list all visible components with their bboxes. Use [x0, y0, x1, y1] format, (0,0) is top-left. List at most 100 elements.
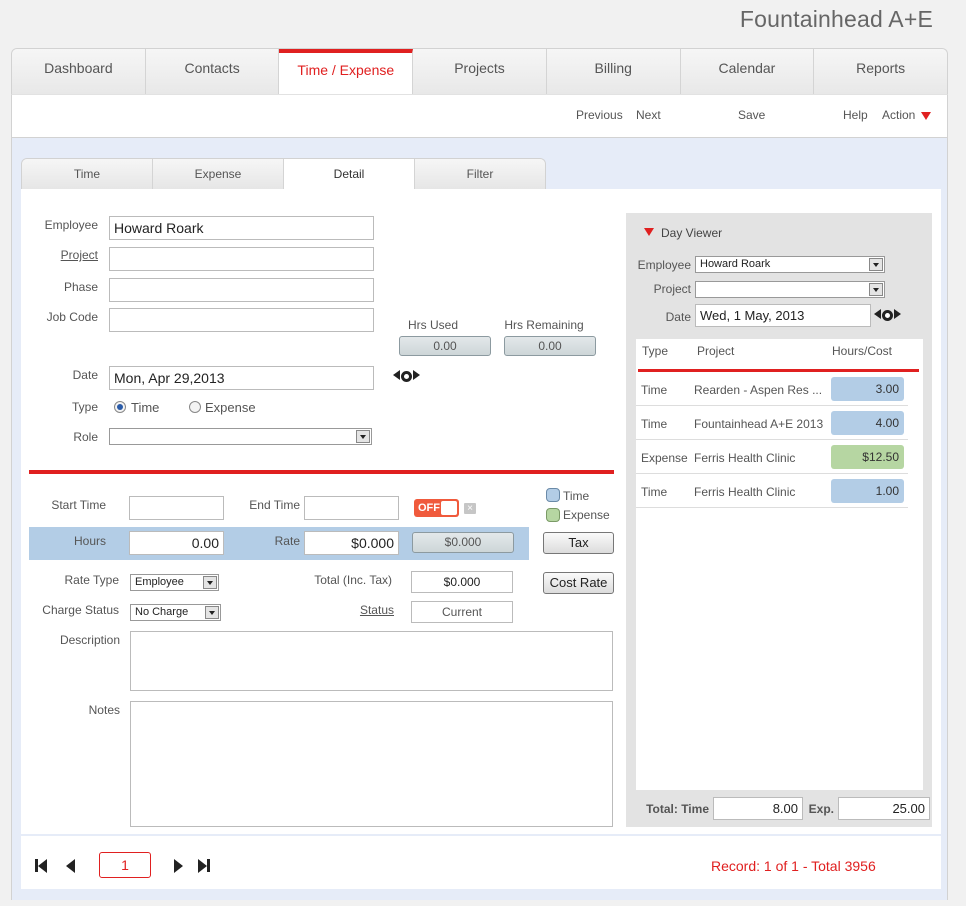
dv-date-nav: [874, 308, 901, 322]
first-record-button[interactable]: [35, 857, 47, 873]
dv-row-project: Ferris Health Clinic: [694, 451, 796, 465]
toolbar: Previous Next Save Help Action: [11, 94, 948, 138]
dv-row-project: Rearden - Aspen Res ...: [694, 383, 823, 397]
tab-dashboard[interactable]: Dashboard: [12, 49, 146, 94]
dv-row[interactable]: Time Rearden - Aspen Res ... 3.00: [636, 372, 908, 406]
tab-billing[interactable]: Billing: [546, 49, 681, 94]
date-field[interactable]: Mon, Apr 29,2013: [109, 366, 374, 390]
prev-day-icon[interactable]: [393, 370, 400, 380]
end-time-field[interactable]: [304, 496, 399, 520]
dv-employee-label: Employee: [637, 258, 691, 272]
description-textarea[interactable]: [130, 631, 613, 691]
hrs-used-label: Hrs Used: [407, 318, 458, 332]
day-viewer-title: Day Viewer: [661, 226, 723, 240]
tab-calendar[interactable]: Calendar: [680, 49, 815, 94]
save-button[interactable]: Save: [738, 108, 765, 122]
hrs-used-value: 0.00: [399, 336, 491, 356]
next-day-icon[interactable]: [413, 370, 420, 380]
last-bar-icon: [207, 859, 210, 873]
chevron-down-icon: [205, 606, 219, 619]
dv-row-value: $12.50: [831, 445, 904, 469]
timer-toggle[interactable]: OFF: [414, 499, 459, 517]
role-select[interactable]: [109, 428, 372, 445]
employee-field[interactable]: Howard Roark: [109, 216, 374, 240]
chevron-down-icon: [203, 576, 217, 589]
next-record-button[interactable]: [174, 857, 183, 873]
time-legend-swatch: [546, 488, 560, 502]
dv-employee-select[interactable]: Howard Roark: [695, 256, 885, 273]
page-number-input[interactable]: 1: [99, 852, 151, 878]
job-code-field[interactable]: [109, 308, 374, 332]
start-time-field[interactable]: [129, 496, 224, 520]
rate-type-value: Employee: [135, 576, 184, 588]
tab-projects[interactable]: Projects: [413, 49, 547, 94]
rate-type-select[interactable]: Employee: [130, 574, 219, 591]
next-day-icon[interactable]: [894, 309, 901, 319]
dv-exp-label: Exp.: [808, 802, 834, 816]
dv-total-time-label: Total: Time: [646, 802, 709, 816]
dv-row-project: Fountainhead A+E 2013: [694, 417, 824, 431]
next-button[interactable]: Next: [636, 108, 661, 122]
previous-button[interactable]: Previous: [576, 108, 623, 122]
dv-employee-value: Howard Roark: [700, 258, 771, 270]
dv-row-value: 4.00: [831, 411, 904, 435]
tab-time-expense[interactable]: Time / Expense: [279, 49, 414, 94]
hrs-remaining-value: 0.00: [504, 336, 596, 356]
charge-status-select[interactable]: No Charge: [130, 604, 221, 621]
today-icon[interactable]: [401, 371, 412, 383]
subtab-filter[interactable]: Filter: [415, 159, 545, 189]
dv-row[interactable]: Time Fountainhead A+E 2013 4.00: [636, 406, 908, 440]
prev-record-button[interactable]: [66, 857, 75, 873]
section-divider: [29, 470, 614, 474]
hours-field[interactable]: 0.00: [129, 531, 224, 555]
project-link[interactable]: Project: [30, 248, 98, 262]
employee-label: Employee: [44, 218, 98, 232]
rate-field[interactable]: $0.000: [304, 531, 399, 555]
status-field: Current: [411, 601, 513, 623]
cost-rate-button[interactable]: Cost Rate: [543, 572, 614, 594]
charge-status-value: No Charge: [135, 606, 189, 618]
dv-project-select[interactable]: [695, 281, 885, 298]
tax-button[interactable]: Tax: [543, 532, 614, 554]
action-menu-button[interactable]: Action: [882, 108, 932, 122]
type-label: Type: [71, 400, 98, 414]
first-record-icon: [38, 858, 47, 873]
toggle-knob: [441, 501, 457, 515]
project-field[interactable]: [109, 247, 374, 271]
type-expense-radio[interactable]: [189, 401, 201, 413]
phase-label: Phase: [63, 280, 98, 294]
expense-legend-label: Expense: [563, 508, 610, 522]
subtab-time[interactable]: Time: [22, 159, 153, 189]
help-button[interactable]: Help: [843, 108, 868, 122]
dv-row-type: Time: [641, 417, 668, 431]
tab-reports[interactable]: Reports: [814, 49, 947, 94]
status-link[interactable]: Status: [340, 603, 394, 617]
dv-date-field[interactable]: Wed, 1 May, 2013: [695, 304, 871, 327]
today-icon[interactable]: [882, 310, 893, 322]
notes-textarea[interactable]: [130, 701, 613, 827]
main-nav: Dashboard Contacts Time / Expense Projec…: [11, 48, 948, 94]
chevron-down-icon: [869, 258, 883, 271]
subtab-expense[interactable]: Expense: [153, 159, 284, 189]
collapse-triangle-icon[interactable]: [644, 228, 654, 236]
type-time-radio[interactable]: [114, 401, 126, 413]
charge-status-label: Charge Status: [42, 603, 119, 617]
dv-row[interactable]: Expense Ferris Health Clinic $12.50: [636, 440, 908, 474]
tab-contacts[interactable]: Contacts: [145, 49, 280, 94]
sub-nav: Time Expense Detail Filter: [21, 158, 546, 189]
dv-total-time-field: 8.00: [713, 797, 803, 820]
phase-field[interactable]: [109, 278, 374, 302]
clear-timer-button[interactable]: ×: [464, 503, 476, 514]
date-label: Date: [72, 368, 98, 382]
subtab-detail[interactable]: Detail: [284, 159, 415, 189]
total-label: Total (Inc. Tax): [314, 573, 392, 587]
dv-row[interactable]: Time Ferris Health Clinic 1.00: [636, 474, 908, 508]
dv-row-project: Ferris Health Clinic: [694, 485, 796, 499]
time-legend-label: Time: [563, 489, 590, 503]
last-record-button[interactable]: [198, 857, 210, 873]
dv-col-project: Project: [697, 344, 735, 358]
expense-legend-swatch: [546, 508, 560, 522]
chevron-down-icon: [356, 430, 370, 443]
prev-day-icon[interactable]: [874, 309, 881, 319]
caret-down-icon: [921, 111, 932, 120]
